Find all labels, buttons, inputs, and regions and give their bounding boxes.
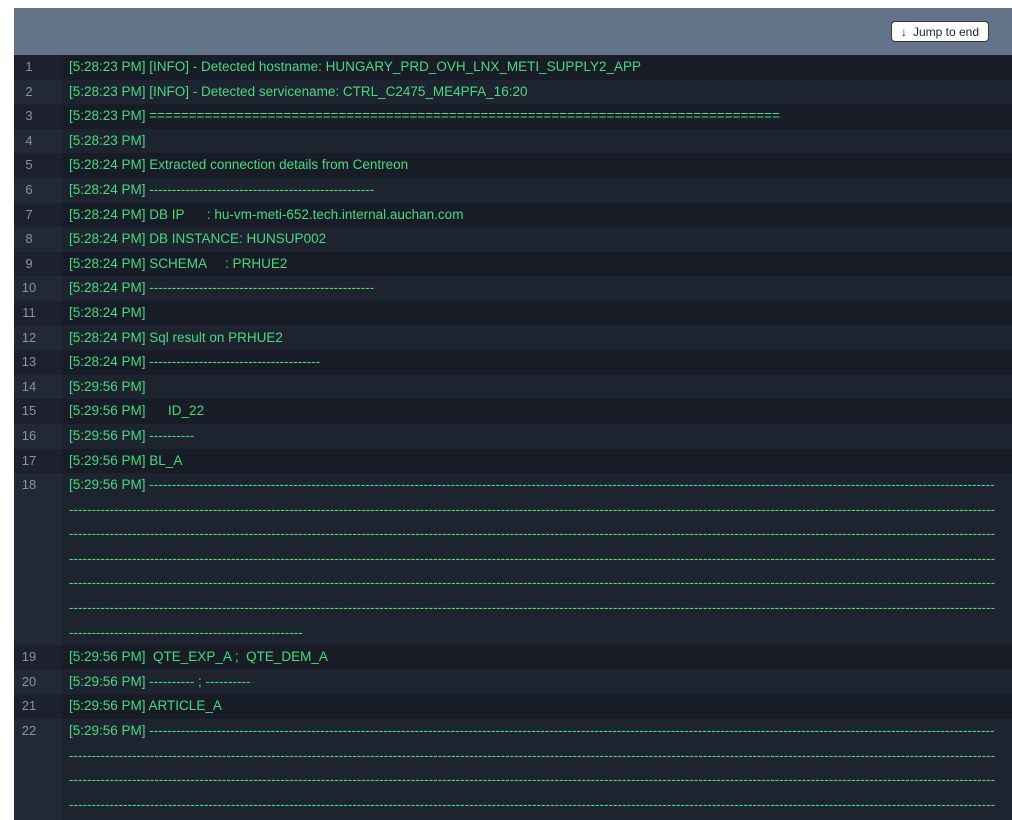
log-line: 11 [5:28:24 PM]: [14, 301, 1012, 326]
log-line: 16 [5:29:56 PM] ----------: [14, 424, 1012, 449]
log-line: 3 [5:28:23 PM] =========================…: [14, 104, 1012, 129]
line-number: 4: [14, 129, 44, 154]
line-number-gutter: 10: [14, 276, 62, 301]
line-number: 17: [14, 449, 44, 474]
log-text: [5:28:23 PM]: [62, 129, 1012, 154]
line-number-gutter: 6: [14, 178, 62, 203]
log-line: 21 [5:29:56 PM] ARTICLE_A: [14, 694, 1012, 719]
line-number: 2: [14, 80, 44, 105]
line-number-gutter: 11: [14, 301, 62, 326]
log-line: 2 [5:28:23 PM] [INFO] - Detected service…: [14, 80, 1012, 105]
log-line: 22 [5:29:56 PM] ------------------------…: [14, 719, 1012, 820]
log-text: [5:28:24 PM] ---------------------------…: [62, 350, 1012, 375]
line-number: 16: [14, 424, 44, 449]
line-number-gutter: 5: [14, 153, 62, 178]
log-line: 1 [5:28:23 PM] [INFO] - Detected hostnam…: [14, 55, 1012, 80]
log-text: [5:28:23 PM] [INFO] - Detected servicena…: [62, 80, 1012, 105]
line-number: 8: [14, 227, 44, 252]
log-text: [5:29:56 PM] ---------- ; ----------: [62, 670, 1012, 695]
log-line: 4 [5:28:23 PM]: [14, 129, 1012, 154]
line-number: 3: [14, 104, 44, 129]
line-number: 15: [14, 399, 44, 424]
line-number-gutter: 1: [14, 55, 62, 80]
line-number-gutter: 16: [14, 424, 62, 449]
log-line: 18 [5:29:56 PM] ------------------------…: [14, 473, 1012, 645]
line-number-gutter: 21: [14, 694, 62, 719]
log-line: 15 [5:29:56 PM] ID_22: [14, 399, 1012, 424]
log-line: 14 [5:29:56 PM]: [14, 375, 1012, 400]
line-number-gutter: 9: [14, 252, 62, 277]
line-number-gutter: 20: [14, 670, 62, 695]
down-arrow-icon: ↓: [901, 26, 907, 38]
log-line: 13 [5:28:24 PM] ------------------------…: [14, 350, 1012, 375]
line-number: 20: [14, 670, 44, 695]
log-text: [5:28:24 PM] DB IP : hu-vm-meti-652.tech…: [62, 203, 1012, 228]
line-number-gutter: 17: [14, 449, 62, 474]
log-text: [5:28:24 PM] ---------------------------…: [62, 276, 1012, 301]
log-text: [5:28:24 PM] Sql result on PRHUE2: [62, 326, 1012, 351]
line-number-gutter: 15: [14, 399, 62, 424]
line-number-gutter: 3: [14, 104, 62, 129]
line-number-gutter: 2: [14, 80, 62, 105]
line-number: 6: [14, 178, 44, 203]
line-number: 7: [14, 203, 44, 228]
log-text: [5:29:56 PM] QTE_EXP_A ; QTE_DEM_A: [62, 645, 1012, 670]
log-text: [5:28:23 PM] [INFO] - Detected hostname:…: [62, 55, 1012, 80]
line-number: 10: [14, 276, 44, 301]
line-number-gutter: 8: [14, 227, 62, 252]
log-text: [5:29:56 PM]: [62, 375, 1012, 400]
log-text: [5:29:56 PM] ID_22: [62, 399, 1012, 424]
line-number: 18: [14, 473, 44, 498]
log-line: 7 [5:28:24 PM] DB IP : hu-vm-meti-652.te…: [14, 203, 1012, 228]
log-line: 20 [5:29:56 PM] ---------- ; ----------: [14, 670, 1012, 695]
line-number: 9: [14, 252, 44, 277]
line-number: 11: [14, 301, 44, 326]
log-output[interactable]: 1 [5:28:23 PM] [INFO] - Detected hostnam…: [14, 55, 1012, 820]
line-number: 22: [14, 719, 44, 744]
log-line: 6 [5:28:24 PM] -------------------------…: [14, 178, 1012, 203]
log-text: [5:29:56 PM] BL_A: [62, 449, 1012, 474]
log-text: [5:28:24 PM] Extracted connection detail…: [62, 153, 1012, 178]
line-number: 21: [14, 694, 44, 719]
line-number: 14: [14, 375, 44, 400]
line-number-gutter: 7: [14, 203, 62, 228]
log-text: [5:29:56 PM] ----------: [62, 424, 1012, 449]
log-line: 8 [5:28:24 PM] DB INSTANCE: HUNSUP002: [14, 227, 1012, 252]
log-text: [5:28:24 PM] ---------------------------…: [62, 178, 1012, 203]
jump-to-end-button[interactable]: ↓ Jump to end: [891, 21, 989, 42]
line-number-gutter: 18: [14, 473, 62, 645]
log-text: [5:28:24 PM]: [62, 301, 1012, 326]
log-text: [5:28:24 PM] SCHEMA : PRHUE2: [62, 252, 1012, 277]
line-number-gutter: 22: [14, 719, 62, 820]
line-number-gutter: 14: [14, 375, 62, 400]
line-number: 1: [14, 55, 44, 80]
line-number-gutter: 12: [14, 326, 62, 351]
log-text: [5:29:56 PM] ---------------------------…: [62, 473, 1012, 645]
log-line: 10 [5:28:24 PM] ------------------------…: [14, 276, 1012, 301]
line-number-gutter: 13: [14, 350, 62, 375]
line-number: 19: [14, 645, 44, 670]
line-number-gutter: 19: [14, 645, 62, 670]
log-panel: ↓ Jump to end 1 [5:28:23 PM] [INFO] - De…: [14, 8, 1012, 820]
log-toolbar: ↓ Jump to end: [14, 8, 1012, 55]
log-text: [5:28:23 PM] ===========================…: [62, 104, 1012, 129]
log-line: 5 [5:28:24 PM] Extracted connection deta…: [14, 153, 1012, 178]
log-text: [5:29:56 PM] ARTICLE_A: [62, 694, 1012, 719]
log-text: [5:28:24 PM] DB INSTANCE: HUNSUP002: [62, 227, 1012, 252]
log-line: 9 [5:28:24 PM] SCHEMA : PRHUE2: [14, 252, 1012, 277]
line-number: 12: [14, 326, 44, 351]
log-text: [5:29:56 PM] ---------------------------…: [62, 719, 1012, 820]
line-number: 5: [14, 153, 44, 178]
line-number: 13: [14, 350, 44, 375]
log-line: 19 [5:29:56 PM] QTE_EXP_A ; QTE_DEM_A: [14, 645, 1012, 670]
jump-to-end-label: Jump to end: [913, 26, 979, 38]
log-line: 17 [5:29:56 PM] BL_A: [14, 449, 1012, 474]
log-line: 12 [5:28:24 PM] Sql result on PRHUE2: [14, 326, 1012, 351]
line-number-gutter: 4: [14, 129, 62, 154]
